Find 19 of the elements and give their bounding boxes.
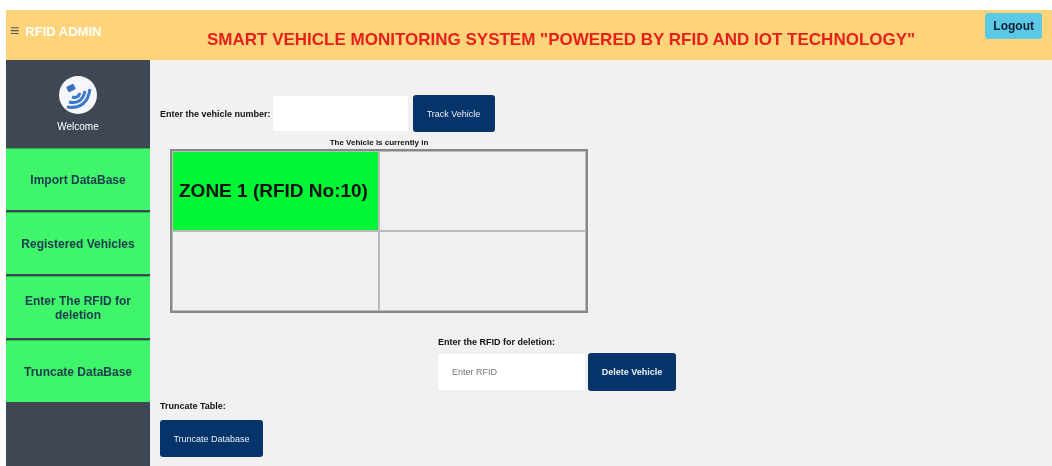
welcome-text: Welcome [57,120,99,132]
truncate-database-button[interactable]: Truncate Database [160,420,263,457]
sidebar-item[interactable]: Import DataBase [6,148,150,210]
logout-button[interactable]: Logout [985,13,1042,39]
brand-title: RFID ADMIN [25,23,102,39]
zone-cell: ZONE 1 (RFID No:10) [172,151,379,231]
sidebar-item[interactable]: Registered Vehicles [6,212,150,274]
rfid-deletion-label: Enter the RFID for deletion: [438,337,556,347]
zone-caption: The Vehicle is currently in [329,138,429,147]
rfid-logo-icon [58,74,98,115]
sidebar-item[interactable]: Enter The RFID for deletion [6,276,150,338]
sidebar-item[interactable]: Truncate DataBase [6,340,150,402]
page-title: SMART VEHICLE MONITORING SYSTEM "POWERED BY RFID AND IOT TECHNOLOGY" [207,30,916,50]
rfid-field[interactable]: Enter RFID [438,354,585,390]
truncate-table-label: Truncate Table: [160,401,226,411]
vehicle-number-label: Enter the vehicle number: [160,108,271,119]
track-vehicle-button[interactable]: Track Vehicle [412,95,495,132]
delete-vehicle-button[interactable]: Delete Vehicle [588,353,676,391]
menu-icon[interactable]: ≡ [10,22,20,40]
